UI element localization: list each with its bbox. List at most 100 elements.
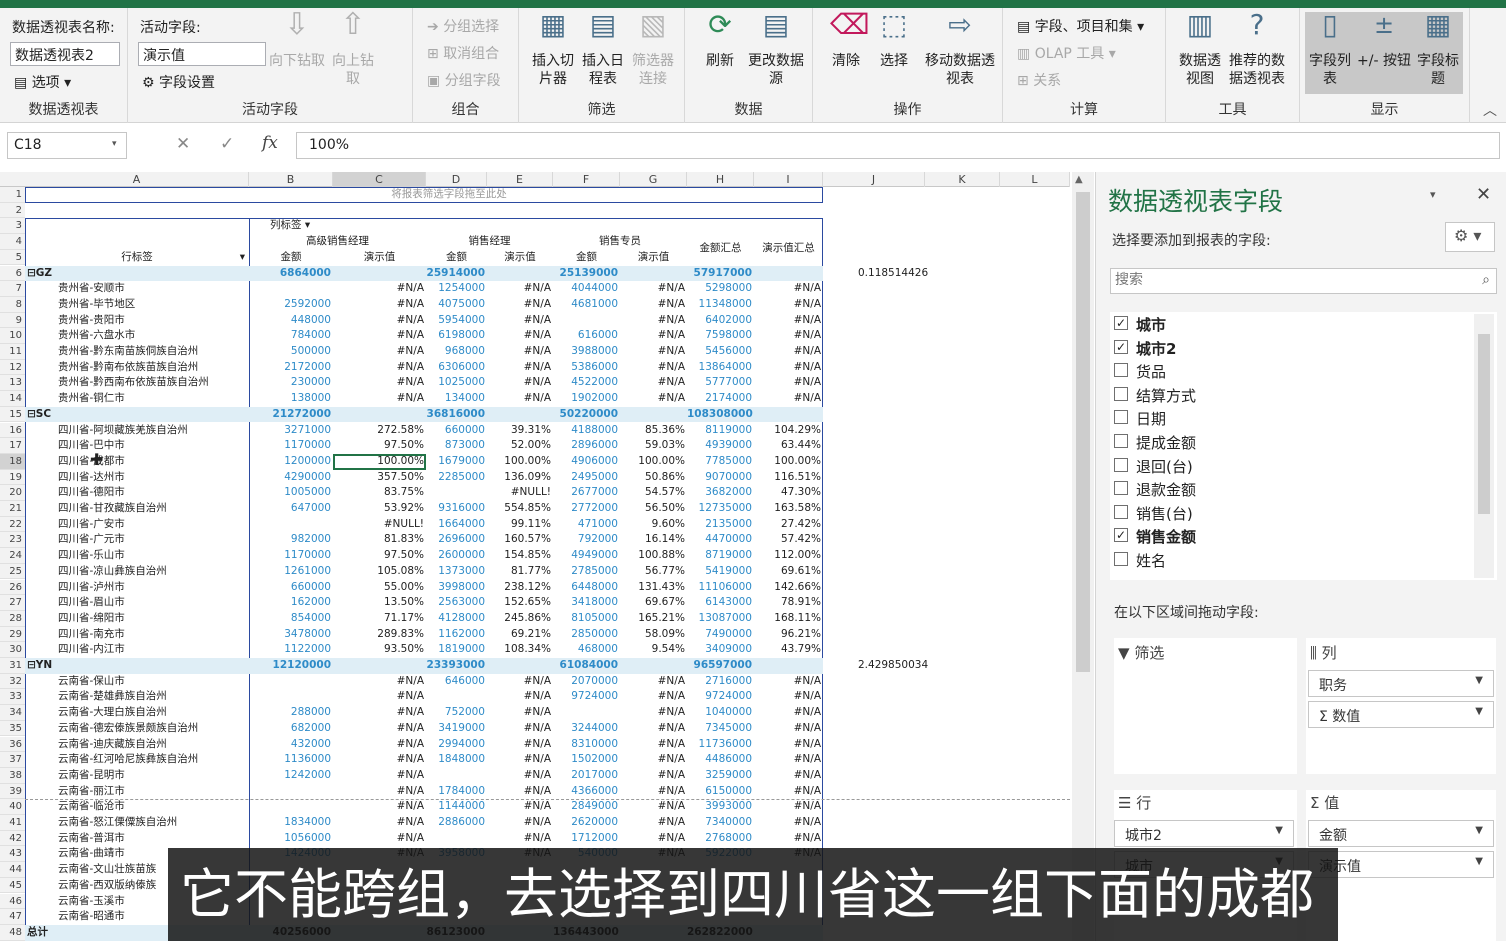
pivot-cell[interactable]: 81.77% bbox=[487, 564, 553, 580]
pivot-cell[interactable]: #N/A bbox=[333, 328, 426, 344]
pivot-cell[interactable]: #N/A bbox=[487, 689, 553, 705]
collapse-ribbon-icon[interactable]: ︿ bbox=[1483, 100, 1497, 120]
pivot-cell[interactable]: #N/A bbox=[333, 281, 426, 297]
clear-button[interactable]: ⌫ 清除 bbox=[823, 11, 870, 70]
pivot-cell[interactable]: 5456000 bbox=[687, 344, 754, 360]
group-field-button[interactable]: ▣ 分组字段 bbox=[427, 70, 501, 90]
row-header-32[interactable]: 32 bbox=[0, 673, 25, 690]
pivot-cell[interactable]: 21272000 bbox=[249, 407, 333, 423]
pivot-cell[interactable]: 5777000 bbox=[687, 375, 754, 391]
pivot-cell[interactable]: 57917000 bbox=[687, 266, 754, 282]
pivot-cell[interactable]: 3418000 bbox=[553, 595, 620, 611]
pivot-cell[interactable]: #N/A bbox=[333, 721, 426, 737]
pivot-cell[interactable]: 6306000 bbox=[426, 360, 487, 376]
pivot-cell[interactable]: 108308000 bbox=[687, 407, 754, 423]
pivot-cell[interactable]: 3271000 bbox=[249, 423, 333, 439]
pivot-cell[interactable]: 873000 bbox=[426, 438, 487, 454]
row-header-36[interactable]: 36 bbox=[0, 736, 25, 753]
close-pane-icon[interactable]: ✕ bbox=[1476, 184, 1491, 205]
field-checkbox[interactable]: ✓ bbox=[1114, 528, 1128, 543]
pivot-cell[interactable]: 1902000 bbox=[553, 391, 620, 407]
field-label[interactable]: 结算方式 bbox=[1136, 385, 1196, 406]
pivot-cell[interactable]: 2600000 bbox=[426, 548, 487, 564]
pivot-cell[interactable]: #N/A bbox=[754, 721, 823, 737]
pivot-cell[interactable]: 4486000 bbox=[687, 752, 754, 768]
field-checkbox[interactable] bbox=[1114, 481, 1128, 496]
pivot-cell[interactable] bbox=[553, 313, 620, 329]
insert-slicer-button[interactable]: ▦ 插入切片器 bbox=[529, 11, 577, 88]
row-header-27[interactable]: 27 bbox=[0, 595, 25, 611]
pivot-cell[interactable]: 5419000 bbox=[687, 564, 754, 580]
pivot-cell[interactable]: 2716000 bbox=[687, 674, 754, 690]
field-checkbox[interactable] bbox=[1114, 552, 1128, 566]
row-label[interactable]: 贵州省-铜仁市 bbox=[58, 391, 248, 407]
pivot-cell[interactable]: 96.21% bbox=[754, 627, 823, 643]
col-item-1[interactable]: Σ 数值 ▼ bbox=[1308, 701, 1494, 728]
pivot-cell[interactable]: #N/A bbox=[333, 815, 426, 831]
pivot-cell[interactable]: 55.00% bbox=[333, 580, 426, 596]
pivot-cell[interactable]: #N/A bbox=[754, 799, 823, 815]
pivot-cell[interactable]: #N/A bbox=[487, 784, 553, 800]
pivot-cell[interactable]: 968000 bbox=[426, 344, 487, 360]
pivot-cell[interactable]: #N/A bbox=[487, 831, 553, 847]
pivot-cell[interactable]: 9070000 bbox=[687, 470, 754, 486]
pivot-cell[interactable]: #N/A bbox=[754, 344, 823, 360]
pivot-cell[interactable]: 357.50% bbox=[333, 470, 426, 486]
row-header-26[interactable]: 26 bbox=[0, 579, 25, 596]
pivot-cell[interactable]: #N/A bbox=[487, 344, 553, 360]
row-header-45[interactable]: 45 bbox=[0, 877, 25, 894]
row-label[interactable]: 四川省-德阳市 bbox=[58, 485, 248, 501]
scroll-thumb[interactable] bbox=[1076, 192, 1090, 672]
pivot-cell[interactable]: 81.83% bbox=[333, 532, 426, 548]
cancel-icon[interactable]: ✕ bbox=[176, 134, 190, 154]
pivot-cell[interactable]: 7598000 bbox=[687, 328, 754, 344]
row-label[interactable]: 云南省-丽江市 bbox=[58, 784, 248, 800]
row-item-0[interactable]: 城市2 ▼ bbox=[1114, 820, 1294, 847]
pivot-cell[interactable]: 4939000 bbox=[687, 438, 754, 454]
pivot-cell[interactable]: 43.79% bbox=[754, 642, 823, 658]
row-header-25[interactable]: 25 bbox=[0, 563, 25, 580]
pivot-cell[interactable]: 230000 bbox=[249, 375, 333, 391]
column-header-D[interactable]: D bbox=[426, 172, 487, 187]
field-label[interactable]: 退款金额 bbox=[1136, 479, 1196, 500]
row-label[interactable]: 四川省-巴中市 bbox=[58, 438, 248, 454]
pivot-cell[interactable]: 2677000 bbox=[553, 485, 620, 501]
pivot-cell[interactable]: 25914000 bbox=[426, 266, 487, 282]
pivot-cell[interactable]: #N/A bbox=[754, 752, 823, 768]
row-label[interactable]: 云南省-红河哈尼族彝族自治州 bbox=[58, 752, 248, 768]
pivot-cell[interactable]: 1502000 bbox=[553, 752, 620, 768]
pivot-cell[interactable]: 25139000 bbox=[553, 266, 620, 282]
pivot-cell[interactable]: 12735000 bbox=[687, 501, 754, 517]
pivot-cell[interactable]: 59.03% bbox=[620, 438, 687, 454]
pivot-cell[interactable]: 100.00% bbox=[487, 454, 553, 470]
row-label[interactable]: 贵州省-毕节地区 bbox=[58, 297, 248, 313]
pivot-cell[interactable]: 58.09% bbox=[620, 627, 687, 643]
pivot-cell[interactable] bbox=[426, 768, 487, 784]
row-header-41[interactable]: 41 bbox=[0, 815, 25, 831]
pivot-cell[interactable]: #N/A bbox=[487, 674, 553, 690]
field-checkbox[interactable]: ✓ bbox=[1114, 339, 1128, 354]
row-label[interactable]: 四川省-凉山彝族自治州 bbox=[58, 564, 248, 580]
pivot-cell[interactable]: 56.50% bbox=[620, 501, 687, 517]
field-list-scroll-thumb[interactable] bbox=[1478, 334, 1490, 514]
row-label[interactable]: 四川省-绵阳市 bbox=[58, 611, 248, 627]
pivot-cell[interactable]: 116.51% bbox=[754, 470, 823, 486]
pivot-cell[interactable]: 57.42% bbox=[754, 532, 823, 548]
pivot-cell[interactable]: 448000 bbox=[249, 313, 333, 329]
field-checkbox[interactable] bbox=[1114, 457, 1128, 472]
pivot-cell[interactable]: #N/A bbox=[487, 391, 553, 407]
pivot-cell[interactable]: 4949000 bbox=[553, 548, 620, 564]
pivot-cell[interactable]: #N/A bbox=[333, 391, 426, 407]
pivot-cell[interactable]: #N/A bbox=[487, 705, 553, 721]
pivot-cell[interactable]: 2896000 bbox=[553, 438, 620, 454]
pivot-cell[interactable]: 4128000 bbox=[426, 611, 487, 627]
row-header-9[interactable]: 9 bbox=[0, 312, 25, 329]
relationships-button[interactable]: ⊞ 关系 bbox=[1017, 70, 1061, 90]
pivot-cell[interactable]: 11106000 bbox=[687, 580, 754, 596]
insert-timeline-button[interactable]: ▤ 插入日程表 bbox=[579, 11, 627, 88]
pivot-cell[interactable]: 93.50% bbox=[333, 642, 426, 658]
col-item-0[interactable]: 职务 ▼ bbox=[1308, 670, 1494, 697]
pivot-cell[interactable] bbox=[426, 831, 487, 847]
column-labels-filter-icon[interactable]: ▾ bbox=[302, 219, 310, 231]
row-header-19[interactable]: 19 bbox=[0, 469, 25, 486]
